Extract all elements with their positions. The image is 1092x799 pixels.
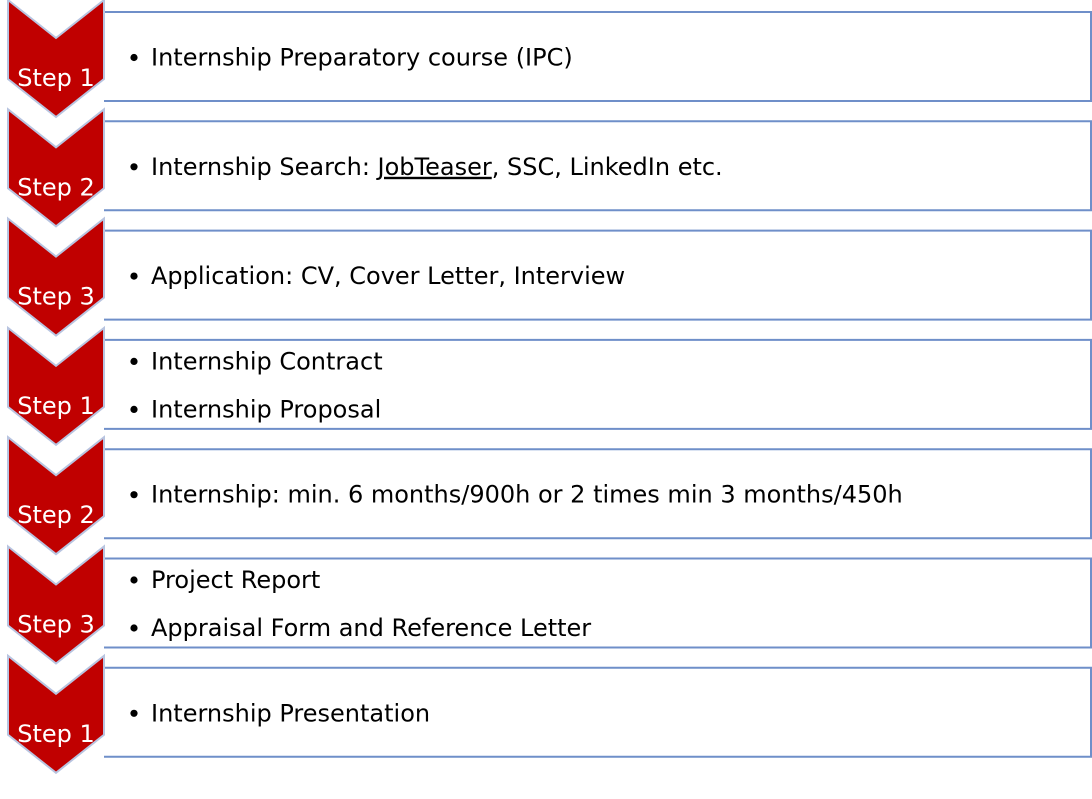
bullet-dot xyxy=(130,491,138,499)
step-chevron xyxy=(7,653,105,775)
step-label: Step 2 xyxy=(17,173,95,201)
bullet-dot xyxy=(130,624,138,632)
bullet-dot xyxy=(130,357,138,365)
bullet-text: Internship Contract xyxy=(151,347,383,375)
bullet-text-part: Internship Search: xyxy=(151,153,378,181)
step-label: Step 1 xyxy=(17,720,95,748)
bullet-dot xyxy=(130,405,138,413)
content-boxes: Internship Preparatory course (IPC) Inter… xyxy=(104,11,1092,758)
step-label: Step 3 xyxy=(17,611,95,639)
process-diagram: Internship Preparatory course (IPC) Inter… xyxy=(7,0,1092,775)
step-chevron xyxy=(7,0,105,119)
bullet-dot xyxy=(130,53,138,62)
step-label: Step 1 xyxy=(17,64,95,92)
step-chevron xyxy=(7,107,105,228)
bullet-text: Internship: min. 6 months/900h or 2 time… xyxy=(151,481,903,509)
bullet-dot xyxy=(130,709,138,717)
step-chevron xyxy=(7,435,105,556)
step-chevron xyxy=(7,216,105,337)
step-label: Step 2 xyxy=(17,501,95,529)
bullet-text-part: , SSC, LinkedIn etc. xyxy=(492,153,723,181)
bullet-text: Internship Search: JobTeaser, SSC, Linke… xyxy=(151,153,723,181)
spellcheck-word: JobTeaser xyxy=(376,153,492,181)
bullet-text: Project Report xyxy=(151,566,320,594)
bullet-dot xyxy=(130,272,138,280)
step-chevrons: Step 1 Step 2 Step 3 Step 1 Step 2 Step 3 Step… xyxy=(7,0,105,775)
bullet-text: Internship Preparatory course (IPC) xyxy=(151,44,573,72)
bullet-text: Internship Presentation xyxy=(151,699,430,727)
step-label: Step 3 xyxy=(17,283,95,311)
step-chevron xyxy=(7,325,105,447)
bullet-dot xyxy=(130,163,138,171)
bullet-text: Application: CV, Cover Letter, Interview xyxy=(151,262,625,290)
step-chevron xyxy=(7,544,105,665)
bullet-dot xyxy=(130,576,138,584)
bullet-text: Appraisal Form and Reference Letter xyxy=(151,614,591,642)
bullet-text: Internship Proposal xyxy=(151,395,381,423)
step-label: Step 1 xyxy=(17,392,95,420)
